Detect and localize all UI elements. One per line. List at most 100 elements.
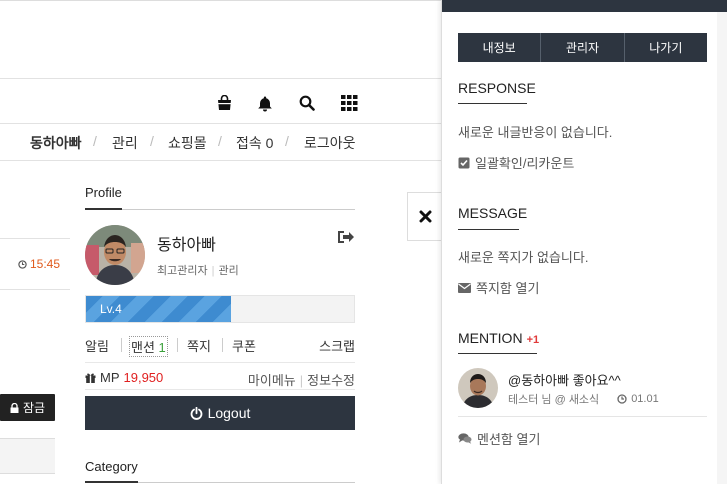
envelope-icon	[458, 282, 471, 293]
feed-divider	[0, 238, 70, 239]
mention-new-badge: +1	[526, 334, 540, 346]
edit-info-link[interactable]: 정보수정	[307, 373, 355, 388]
message-title-rule	[458, 229, 519, 230]
response-recount-label: 일괄확인/리카운트	[475, 156, 575, 171]
userbar-logout-link[interactable]: 로그아웃	[304, 133, 356, 153]
scrap-link[interactable]: 스크랩	[319, 336, 355, 355]
profile-nickname: 동하아빠	[157, 237, 216, 254]
userbar-connect-count[interactable]: 접속 0	[236, 133, 273, 153]
comments-icon	[458, 433, 472, 444]
mention-item-date: 01.01	[631, 393, 659, 405]
lock-icon	[10, 402, 19, 413]
user-bar: 동하아빠 / 관리 / 쇼핑몰 / 접속 0 / 로그아웃	[0, 133, 441, 153]
separator: /	[285, 133, 289, 149]
separator	[121, 338, 122, 352]
message-title: MESSAGE	[458, 205, 528, 221]
my-menu-link[interactable]: 마이메뉴	[248, 373, 296, 388]
bell-icon[interactable]	[255, 93, 275, 113]
mention-divider	[458, 416, 707, 417]
feed-row-box	[0, 438, 55, 474]
mention-title-label: MENTION	[458, 330, 523, 346]
tab-exit[interactable]: 나가기	[624, 33, 707, 62]
userbar-top-divider	[0, 123, 441, 124]
separator: /	[150, 133, 154, 149]
profile-section-rule	[85, 209, 355, 210]
separator	[177, 338, 178, 352]
profile-divider	[85, 362, 355, 363]
separator: /	[218, 133, 222, 149]
category-section-title: Category	[85, 459, 138, 474]
profile-menu-row: 알림 맨션 1 쪽지 쿠폰 스크랩	[85, 336, 355, 357]
panel-scrollbar[interactable]	[717, 12, 727, 484]
avatar[interactable]	[85, 225, 145, 285]
mp-value: 19,950	[123, 370, 164, 385]
mp-label: MP	[100, 370, 120, 385]
profile-section-rule-accent	[85, 208, 122, 210]
mention-item-meta: 테스터 님 @ 새소식 01.01	[508, 391, 659, 407]
alarm-link[interactable]: 알림	[85, 336, 109, 355]
panel-top-bar	[442, 0, 727, 12]
userbar-bottom-divider	[0, 160, 441, 161]
mention-item-text: @동하아빠 좋아요^^	[508, 373, 621, 388]
level-label: Lv.4	[100, 302, 122, 316]
tab-admin[interactable]: 관리자	[541, 33, 625, 62]
header-divider	[0, 78, 441, 79]
grid-icon[interactable]	[339, 93, 359, 113]
category-section-rule-accent	[85, 481, 138, 483]
power-icon	[190, 406, 202, 420]
panel-tabs: 내정보 관리자 나가기	[458, 33, 707, 62]
profile-section-title: Profile	[85, 185, 122, 200]
shopping-bag-icon[interactable]	[214, 93, 234, 113]
mention-count: 1	[158, 340, 166, 355]
lock-button-label: 잠금	[22, 401, 46, 415]
profile-divider	[85, 389, 355, 390]
feed-time: 15:45	[0, 250, 60, 278]
separator: /	[93, 133, 97, 149]
response-title-rule	[458, 103, 527, 104]
clock-icon	[617, 394, 627, 404]
mention-item[interactable]: @동하아빠 좋아요^^ 테스터 님 @ 새소식 01.01	[458, 366, 707, 416]
lock-button[interactable]: 잠금	[0, 394, 55, 421]
checkbox-icon	[458, 157, 470, 168]
profile-role: 최고관리자 | 관리	[157, 265, 239, 277]
avatar	[458, 368, 498, 408]
close-icon	[419, 210, 431, 223]
mention-title-rule	[458, 353, 537, 354]
side-panel: 내정보 관리자 나가기 RESPONSE 새로운 내글반응이 없습니다. 일괄확…	[441, 0, 727, 484]
response-recount-link[interactable]: 일괄확인/리카운트	[458, 153, 574, 172]
level-progress-bar: Lv.4	[85, 295, 355, 323]
userbar-nick[interactable]: 동하아빠	[30, 133, 82, 153]
userbar-shop-link[interactable]: 쇼핑몰	[168, 133, 207, 153]
mention-box-link[interactable]: 멘션함 열기	[458, 429, 540, 448]
close-panel-button[interactable]	[407, 192, 442, 241]
sign-out-icon[interactable]	[337, 229, 355, 245]
gift-icon	[85, 373, 96, 383]
response-empty-text: 새로운 내글반응이 없습니다.	[458, 125, 613, 140]
mp-row: MP 19,950 마이메뉴 | 정보수정	[85, 370, 355, 388]
mp-display: MP 19,950	[85, 370, 163, 385]
clock-icon	[18, 259, 27, 269]
profile-role-label: 최고관리자	[157, 265, 208, 277]
logout-button-label: Logout	[207, 405, 251, 421]
top-border	[0, 0, 441, 1]
profile-admin-link[interactable]: 관리	[218, 265, 238, 277]
mention-box-label: 멘션함 열기	[477, 432, 541, 447]
tab-my-info[interactable]: 내정보	[458, 33, 542, 62]
mention-link-label: 맨션	[131, 340, 155, 355]
mention-title: MENTION +1	[458, 330, 539, 346]
memo-link[interactable]: 쪽지	[187, 336, 211, 355]
profile-links: 마이메뉴 | 정보수정	[247, 373, 355, 388]
feed-time-value: 15:45	[29, 257, 60, 271]
mention-item-author: 테스터 님 @ 새소식	[508, 394, 600, 406]
feed-divider	[0, 289, 70, 290]
userbar-admin-link[interactable]: 관리	[112, 133, 138, 153]
response-title: RESPONSE	[458, 80, 536, 96]
coupon-link[interactable]: 쿠폰	[232, 336, 256, 355]
message-box-link[interactable]: 쪽지함 열기	[458, 278, 539, 297]
logout-button[interactable]: Logout	[85, 396, 355, 430]
mention-link[interactable]: 맨션 1	[129, 336, 168, 357]
message-empty-text: 새로운 쪽지가 없습니다.	[458, 250, 589, 265]
message-box-label: 쪽지함 열기	[476, 281, 540, 296]
search-icon[interactable]	[297, 93, 317, 113]
separator	[222, 338, 223, 352]
